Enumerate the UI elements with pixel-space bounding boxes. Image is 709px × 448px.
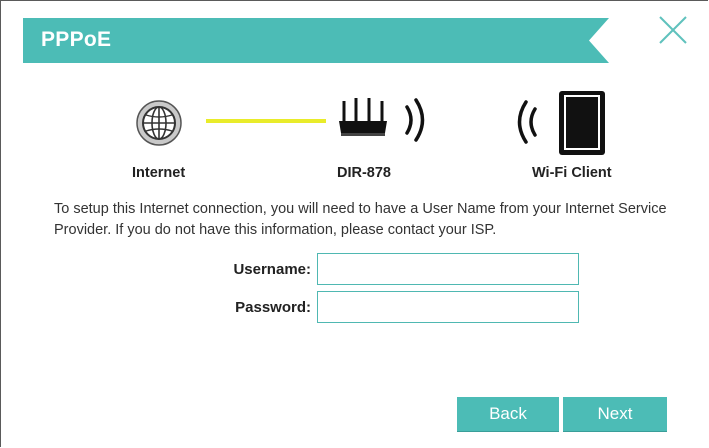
tablet-icon	[559, 91, 605, 155]
close-icon	[659, 16, 687, 44]
password-label: Password:	[235, 299, 311, 316]
wifi-waves-icon	[405, 98, 425, 142]
pppoe-dialog: PPPoE Internet DIR-878 Wi-Fi Client To s…	[0, 0, 708, 447]
router-icon	[339, 98, 387, 136]
node-label-internet: Internet	[132, 165, 186, 181]
node-label-wifi-client: Wi-Fi Client	[532, 165, 612, 181]
connection-diagram: Internet DIR-878 Wi-Fi Client	[1, 81, 709, 191]
node-label-router: DIR-878	[337, 165, 391, 181]
next-button[interactable]: Next	[563, 397, 667, 431]
dialog-title: PPPoE	[41, 28, 112, 51]
username-label: Username:	[233, 261, 311, 278]
close-button[interactable]	[655, 12, 691, 48]
username-input[interactable]	[317, 253, 579, 285]
back-button[interactable]: Back	[457, 397, 559, 431]
wifi-waves-icon	[517, 100, 537, 144]
description-text: To setup this Internet connection, you w…	[54, 201, 667, 238]
globe-icon	[136, 100, 182, 146]
connection-line	[206, 119, 326, 123]
header-banner: PPPoE	[23, 18, 609, 63]
password-input[interactable]	[317, 291, 579, 323]
